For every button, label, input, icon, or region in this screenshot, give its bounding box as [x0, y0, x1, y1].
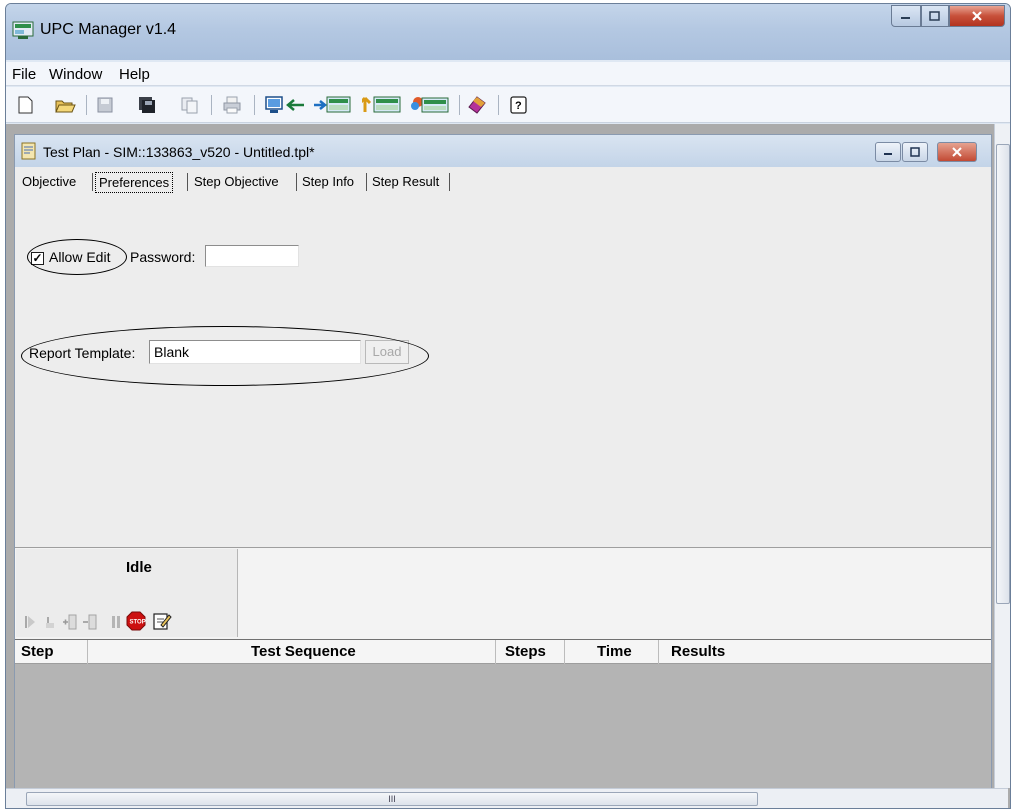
status-label: Idle	[126, 559, 152, 576]
column-header-step[interactable]: Step	[21, 643, 54, 660]
menu-help[interactable]: Help	[119, 66, 150, 83]
child-minimize-button[interactable]	[875, 142, 901, 162]
close-button[interactable]	[949, 5, 1005, 27]
table-header: Step Test Sequence Steps Time Results	[15, 640, 991, 664]
title-bar[interactable]: UPC Manager v1.4	[6, 4, 1010, 60]
open-folder-icon[interactable]	[54, 95, 76, 115]
results-table: Step Test Sequence Steps Time Results	[15, 639, 991, 808]
preferences-panel: ✓ Allow Edit Password: Report Template: …	[15, 197, 991, 547]
menu-window[interactable]: Window	[49, 66, 102, 83]
tab-step-objective[interactable]: Step Objective	[191, 172, 282, 191]
maximize-button[interactable]	[921, 5, 949, 27]
svg-text:?: ?	[515, 100, 522, 112]
column-header-time[interactable]: Time	[597, 643, 632, 660]
toolbar-separator	[211, 95, 212, 115]
tab-preferences[interactable]: Preferences	[95, 172, 174, 193]
restore-icon	[910, 147, 920, 157]
status-box: Idle STOP	[16, 549, 238, 637]
stop-icon[interactable]: STOP	[126, 611, 146, 631]
password-label: Password:	[130, 249, 196, 265]
password-input[interactable]	[205, 245, 299, 267]
tab-step-info[interactable]: Step Info	[299, 172, 357, 191]
minimize-icon	[901, 17, 910, 19]
remove-step-icon[interactable]	[82, 613, 98, 631]
tab-strip: Objective Preferences Step Objective Ste…	[15, 169, 991, 193]
app-window: UPC Manager v1.4 File Window Help ? Test…	[5, 3, 1011, 809]
close-icon	[952, 147, 962, 157]
maximize-icon	[929, 11, 940, 21]
horizontal-scrollbar[interactable]: III	[6, 788, 1008, 808]
tab-divider	[187, 173, 188, 191]
app-icon	[12, 21, 34, 39]
tab-divider	[366, 173, 367, 191]
column-header-steps[interactable]: Steps	[505, 643, 546, 660]
menu-bar: File Window Help	[6, 62, 1010, 86]
copy-icon[interactable]	[178, 95, 200, 115]
highlight-oval	[21, 326, 429, 386]
window-title: UPC Manager v1.4	[40, 21, 177, 38]
child-restore-button[interactable]	[902, 142, 928, 162]
close-icon	[972, 11, 982, 21]
add-step-icon[interactable]	[62, 613, 78, 631]
tab-objective[interactable]: Objective	[19, 172, 79, 191]
menu-file[interactable]: File	[12, 66, 36, 83]
step-icon[interactable]	[42, 613, 58, 631]
tab-divider	[92, 173, 93, 191]
toolbar-separator	[459, 95, 460, 115]
transfer-icon[interactable]	[362, 95, 402, 115]
test-plan-window: Test Plan - SIM::133863_v520 - Untitled.…	[14, 134, 992, 808]
toolbar: ?	[6, 87, 1010, 123]
child-window-title: Test Plan - SIM::133863_v520 - Untitled.…	[43, 144, 315, 160]
minimize-icon	[884, 153, 892, 155]
document-icon	[21, 142, 36, 160]
toolbar-separator	[254, 95, 255, 115]
upload-icon[interactable]	[410, 95, 450, 115]
child-title-bar[interactable]: Test Plan - SIM::133863_v520 - Untitled.…	[15, 135, 991, 167]
save-icon[interactable]	[94, 95, 116, 115]
mdi-workspace: Test Plan - SIM::133863_v520 - Untitled.…	[6, 124, 1010, 808]
tab-step-result[interactable]: Step Result	[369, 172, 442, 191]
new-file-icon[interactable]	[14, 95, 36, 115]
edit-notes-icon[interactable]	[152, 611, 172, 631]
highlight-oval	[27, 239, 127, 275]
import-icon[interactable]	[264, 95, 308, 115]
save-all-icon[interactable]	[136, 95, 158, 115]
horizontal-scrollbar-thumb[interactable]: III	[26, 792, 758, 806]
export-icon[interactable]	[312, 95, 352, 115]
column-divider	[495, 640, 496, 664]
minimize-button[interactable]	[891, 5, 921, 27]
toolbar-separator	[86, 95, 87, 115]
column-divider	[564, 640, 565, 664]
print-icon[interactable]	[221, 95, 243, 115]
column-divider	[87, 640, 88, 664]
run-icon[interactable]	[22, 613, 38, 631]
tab-divider	[449, 173, 450, 191]
book-icon[interactable]	[466, 95, 488, 115]
vertical-scrollbar[interactable]	[994, 124, 1010, 788]
svg-text:STOP: STOP	[130, 620, 146, 626]
tab-divider	[296, 173, 297, 191]
vertical-scrollbar-thumb[interactable]	[996, 144, 1010, 604]
toolbar-separator	[498, 95, 499, 115]
column-header-results[interactable]: Results	[671, 643, 725, 660]
column-divider	[658, 640, 659, 664]
child-close-button[interactable]	[937, 142, 977, 162]
pause-icon[interactable]	[108, 613, 124, 631]
column-header-test-sequence[interactable]: Test Sequence	[251, 643, 356, 660]
help-icon[interactable]: ?	[508, 95, 530, 115]
run-control-area: Idle STOP	[15, 547, 991, 639]
